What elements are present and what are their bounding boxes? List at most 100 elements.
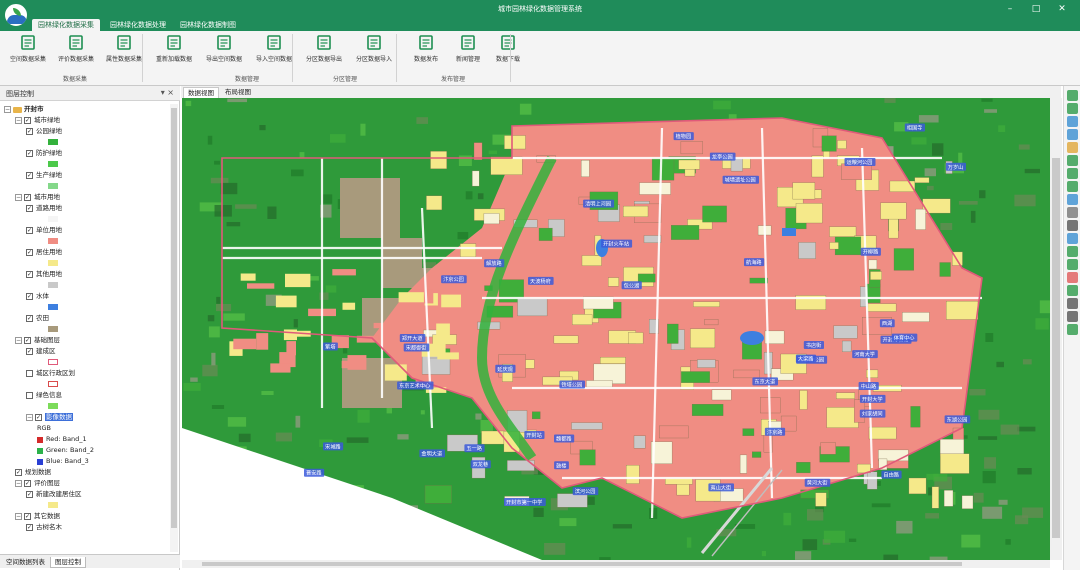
map-horizontal-scrollbar[interactable] — [182, 560, 1050, 568]
layer-checkbox[interactable]: ✓ — [24, 513, 31, 520]
zoom-out-icon[interactable] — [1067, 103, 1078, 114]
publish-button[interactable]: 数据发布 — [402, 33, 450, 67]
expand-toggle-icon[interactable]: − — [15, 194, 22, 201]
expand-toggle-icon[interactable]: − — [15, 480, 22, 487]
back-icon[interactable] — [1067, 155, 1078, 166]
full-extent-icon[interactable] — [1067, 116, 1078, 127]
layer-checkbox[interactable]: ✓ — [24, 194, 31, 201]
expand-toggle-icon[interactable]: − — [26, 414, 33, 421]
document-edit-button[interactable]: 属性数据采集 — [100, 33, 148, 67]
tree-node-layer[interactable]: ✓ 公园绿地 — [26, 126, 62, 137]
edit-icon[interactable] — [1067, 285, 1078, 296]
expand-toggle-icon[interactable]: − — [4, 106, 11, 113]
tree-node-root[interactable]: − 开封市 — [4, 104, 44, 115]
layer-checkbox[interactable]: ✓ — [35, 414, 42, 421]
measure-icon[interactable] — [1067, 246, 1078, 257]
tree-node-layer[interactable]: ✓ 单位用地 — [26, 225, 62, 236]
partition-export-button[interactable]: 分区数据导出 — [300, 33, 348, 67]
land-parcel — [472, 170, 480, 187]
tree-node-layer[interactable]: 城区行政区划 — [26, 368, 75, 379]
tree-node-layer[interactable]: − ✓ 评价图层 — [15, 478, 60, 489]
expand-toggle-icon[interactable]: − — [15, 117, 22, 124]
download-button[interactable]: 数据下载 — [484, 33, 532, 67]
close-button[interactable]: ✕ — [1052, 2, 1072, 16]
info-icon[interactable] — [1067, 233, 1078, 244]
tree-node-layer[interactable]: ✓ 农田 — [26, 313, 49, 324]
minimize-button[interactable]: – — [1000, 2, 1020, 16]
map-canvas[interactable]: 东京大道 金明大道 宋城路 黄河大街 夷山大街 汴京路 开封市第一中学 开封火车站 龙亭公园 清明… — [182, 98, 1050, 560]
tree-node-layer[interactable]: − ✓ 城市绿地 — [15, 115, 60, 126]
expand-toggle-icon[interactable]: − — [15, 337, 22, 344]
globe-icon[interactable] — [1067, 181, 1078, 192]
tree-node-layer[interactable]: ✓ 其他用地 — [26, 269, 62, 280]
layer-checkbox[interactable]: ✓ — [24, 337, 31, 344]
tree-node-layer[interactable]: ✓ 防护绿地 — [26, 148, 62, 159]
layer-checkbox[interactable]: ✓ — [26, 227, 33, 234]
import-button[interactable]: 导入空间数据 — [250, 33, 298, 67]
tree-node-layer[interactable]: ✓ 生产绿地 — [26, 170, 62, 181]
tree-node-layer[interactable]: − ✓ 城市用地 — [15, 192, 60, 203]
layer-checkbox[interactable]: ✓ — [26, 271, 33, 278]
graph-icon[interactable] — [1067, 324, 1078, 335]
tree-node-layer[interactable]: − ✓ 影像数据 — [26, 412, 73, 423]
layer-checkbox[interactable]: ✓ — [26, 315, 33, 322]
refresh-button[interactable]: 重新加载数据 — [150, 33, 198, 67]
tab-spatial-data-list[interactable]: 空间数据列表 — [2, 557, 49, 568]
fixed-zoom-icon[interactable] — [1067, 129, 1078, 140]
tree-node-layer[interactable]: ✓ 建成区 — [26, 346, 56, 357]
tab-layout-view[interactable]: 布局视图 — [221, 87, 255, 98]
tree-node-layer[interactable]: ✓ 古树名木 — [26, 522, 62, 533]
tree-node-layer[interactable]: − ✓ 基础图层 — [15, 335, 60, 346]
identify-icon[interactable] — [1067, 194, 1078, 205]
tree-node-layer[interactable]: ✓ 新建改建居住区 — [26, 489, 82, 500]
map-vertical-scrollbar[interactable] — [1050, 98, 1062, 560]
layer-checkbox[interactable]: ✓ — [24, 480, 31, 487]
layer-checkbox[interactable]: ✓ — [26, 293, 33, 300]
table-button[interactable]: 评价数据采集 — [52, 33, 100, 67]
layer-checkbox[interactable]: ✓ — [26, 172, 33, 179]
layer-checkbox[interactable]: ✓ — [26, 249, 33, 256]
layer-checkbox[interactable] — [26, 392, 33, 399]
tree-node-layer[interactable]: 绿色信息 — [26, 390, 62, 401]
layer-checkbox[interactable]: ✓ — [26, 150, 33, 157]
land-parcel — [829, 242, 839, 250]
layer-checkbox[interactable]: ✓ — [26, 491, 33, 498]
tab-data-mapping[interactable]: 园林绿化数据制图 — [174, 19, 242, 31]
tree-node-layer[interactable]: − ✓ 其它数据 — [15, 511, 60, 522]
map-hscroll-thumb[interactable] — [202, 562, 962, 566]
layer-checkbox[interactable]: ✓ — [24, 117, 31, 124]
tab-layer-control[interactable]: 图层控制 — [50, 557, 86, 568]
maximize-button[interactable]: □ — [1026, 2, 1046, 16]
map-label: 航海路 — [746, 258, 762, 266]
map-vscroll-thumb[interactable] — [1052, 158, 1060, 538]
tree-node-layer[interactable]: ✓ 规划数据 — [15, 467, 51, 478]
layer-checkbox[interactable]: ✓ — [26, 348, 33, 355]
layer-checkbox[interactable]: ✓ — [26, 128, 33, 135]
layer-checkbox[interactable]: ✓ — [26, 524, 33, 531]
panel-scrollbar[interactable] — [170, 104, 178, 552]
tab-data-view[interactable]: 数据视图 — [183, 87, 219, 98]
clear-icon[interactable] — [1067, 272, 1078, 283]
tree-node-layer[interactable]: ✓ 居住用地 — [26, 247, 62, 258]
panel-scrollbar-thumb[interactable] — [171, 108, 177, 528]
forward-icon[interactable] — [1067, 168, 1078, 179]
find-icon[interactable] — [1067, 259, 1078, 270]
export-button[interactable]: 导出空间数据 — [200, 33, 248, 67]
tab-data-collection[interactable]: 园林绿化数据采集 — [32, 19, 100, 31]
tree-node-layer[interactable]: ✓ 道路用地 — [26, 203, 62, 214]
pan-icon[interactable] — [1067, 142, 1078, 153]
layer-checkbox[interactable]: ✓ — [26, 205, 33, 212]
select-icon[interactable] — [1067, 207, 1078, 218]
layer-checkbox[interactable]: ✓ — [15, 469, 22, 476]
tree-node-layer[interactable]: ✓ 水体 — [26, 291, 49, 302]
pointer-icon[interactable] — [1067, 220, 1078, 231]
search-icon[interactable] — [1067, 298, 1078, 309]
expand-toggle-icon[interactable]: − — [15, 513, 22, 520]
partition-import-button[interactable]: 分区数据导入 — [350, 33, 398, 67]
layers-button[interactable]: 空间数据采集 — [4, 33, 52, 67]
print-icon[interactable] — [1067, 311, 1078, 322]
zoom-in-icon[interactable] — [1067, 90, 1078, 101]
panel-pin-button[interactable]: ▾ × — [161, 88, 174, 97]
layer-checkbox[interactable] — [26, 370, 33, 377]
tab-data-processing[interactable]: 园林绿化数据处理 — [104, 19, 172, 31]
